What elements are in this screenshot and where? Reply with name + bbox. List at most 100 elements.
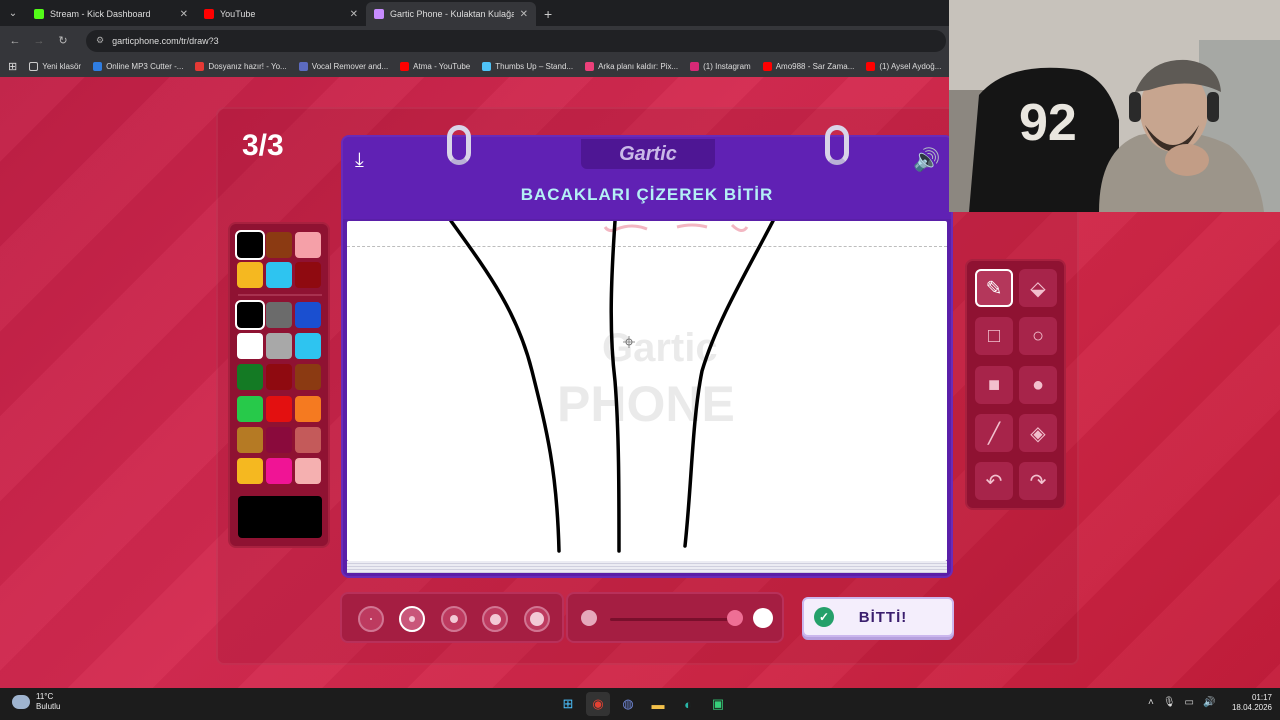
site-info-icon[interactable]: ⚙ (96, 35, 104, 46)
bookmark-item[interactable]: Yeni klasör (29, 61, 81, 71)
color-swatch[interactable] (295, 427, 321, 453)
chrome-icon[interactable]: ◉ (586, 692, 610, 716)
color-swatch[interactable] (237, 458, 263, 484)
color-swatch[interactable] (266, 333, 292, 359)
gartic-logo: Gartic (581, 139, 715, 169)
line-tool[interactable]: ╱ (975, 414, 1013, 452)
fill-bucket-tool[interactable]: ◈ (1019, 414, 1057, 452)
brush-size-5[interactable] (524, 606, 550, 632)
back-icon[interactable]: ← (6, 32, 24, 50)
bookmark-label: (1) Instagram (703, 61, 751, 71)
color-swatch[interactable] (266, 458, 292, 484)
bookmark-item[interactable]: (1) Aysel Aydoğ... (866, 61, 941, 71)
color-swatch[interactable] (237, 333, 263, 359)
color-swatch[interactable] (266, 364, 292, 390)
color-swatch[interactable] (295, 232, 321, 258)
reload-icon[interactable]: ↻ (54, 32, 72, 50)
rectangle-fill-tool[interactable]: ■ (975, 366, 1013, 404)
svg-text:92: 92 (1019, 94, 1077, 152)
svg-text:PHONE: PHONE (557, 376, 735, 432)
tab-search-button[interactable]: ⌄ (0, 0, 26, 26)
volume-icon[interactable]: 🔊 (1203, 697, 1215, 708)
forward-icon[interactable]: → (30, 32, 48, 50)
weather-widget[interactable]: 11°C Bulutlu (12, 692, 60, 712)
system-clock[interactable]: 01:17 18.04.2026 (1226, 693, 1272, 713)
opacity-slider-track[interactable] (610, 618, 738, 621)
close-icon[interactable]: ✕ (520, 9, 528, 20)
undo-tool[interactable]: ↶ (975, 462, 1013, 500)
drawing-canvas[interactable]: Gartic PHONE (347, 221, 947, 561)
download-icon[interactable]: ⤓ (355, 149, 364, 172)
bookmark-label: Online MP3 Cutter -... (106, 61, 184, 71)
color-swatch[interactable] (266, 232, 292, 258)
microphone-icon[interactable]: 🎙 (1163, 697, 1176, 708)
brush-size-3[interactable] (441, 606, 467, 632)
bookmark-item[interactable]: Atma - YouTube (400, 61, 470, 71)
windows-start-icon[interactable]: ⊞ (556, 692, 580, 716)
bookmark-item[interactable]: Online MP3 Cutter -... (93, 61, 184, 71)
color-swatch[interactable] (295, 458, 321, 484)
bookmark-label: Vocal Remover and... (311, 61, 389, 71)
check-icon: ✓ (814, 607, 834, 627)
color-swatch[interactable] (235, 300, 265, 330)
edge-icon[interactable]: ◐ (676, 692, 700, 716)
color-swatch[interactable] (266, 396, 292, 422)
kick-icon (34, 9, 44, 19)
color-swatch[interactable] (295, 333, 321, 359)
apps-icon[interactable]: ⊞ (8, 60, 17, 73)
bookmark-item[interactable]: Thumbs Up – Stand... (482, 61, 573, 71)
ellipse-outline-tool[interactable]: ○ (1019, 317, 1057, 355)
board-header: Gartic ⤓ 🔊 BACAKLARI ÇİZEREK BİTİR (343, 125, 951, 219)
binder-ring-icon (447, 125, 471, 165)
rectangle-outline-tool[interactable]: □ (975, 317, 1013, 355)
close-icon[interactable]: ✕ (350, 9, 358, 20)
sound-icon[interactable]: 🔊 (913, 147, 940, 173)
done-button[interactable]: ✓ BİTTİ! (802, 597, 954, 637)
network-icon[interactable]: ▭ (1185, 697, 1194, 708)
drawing-board: Gartic ⤓ 🔊 BACAKLARI ÇİZEREK BİTİR Garti… (341, 125, 953, 578)
color-swatch[interactable] (295, 262, 321, 288)
bookmark-item[interactable]: Arka planı kaldır: Pix... (585, 61, 678, 71)
color-swatch[interactable] (237, 396, 263, 422)
tab-kick-dashboard[interactable]: Stream - Kick Dashboard ✕ (26, 2, 196, 26)
bookmark-item[interactable]: (1) Instagram (690, 61, 751, 71)
tab-gartic-phone[interactable]: Gartic Phone - Kulaktan Kulağa ✕ (366, 2, 536, 26)
webcam-overlay: 92 (949, 0, 1280, 212)
current-color-preview[interactable] (238, 496, 322, 538)
address-bar[interactable]: ⚙ garticphone.com/tr/draw?3 (86, 29, 946, 52)
file-explorer-icon[interactable]: ▬ (646, 692, 670, 716)
ellipse-fill-tool[interactable]: ● (1019, 366, 1057, 404)
tray-chevron-icon[interactable]: ˄ (1148, 697, 1154, 708)
tab-youtube[interactable]: YouTube ✕ (196, 2, 366, 26)
round-counter: 3/3 (242, 129, 284, 162)
bookmark-item[interactable]: Amo988 - Sar Zama... (762, 61, 854, 71)
close-icon[interactable]: ✕ (180, 9, 188, 20)
bookmark-item[interactable]: Dosyanız hazır! - Yo... (195, 61, 287, 71)
app-icon[interactable]: ▣ (706, 692, 730, 716)
bookmark-item[interactable]: Vocal Remover and... (298, 61, 389, 71)
brush-size-4[interactable] (482, 606, 508, 632)
brush-size-2[interactable] (399, 606, 425, 632)
pencil-tool[interactable]: ✎ (975, 269, 1013, 307)
color-swatch[interactable] (266, 427, 292, 453)
color-swatch[interactable] (295, 396, 321, 422)
color-swatch[interactable] (237, 364, 263, 390)
color-swatch[interactable] (237, 427, 263, 453)
clock-date: 18.04.2026 (1231, 703, 1272, 712)
folder-icon (29, 61, 39, 71)
weather-temp: 11°C (36, 692, 54, 701)
new-tab-button[interactable]: + (536, 2, 560, 26)
color-swatch[interactable] (266, 302, 292, 328)
bookmark-favicon (298, 61, 308, 71)
color-swatch[interactable] (266, 262, 292, 288)
taskbar-apps: ⊞ ◉ ◍ ▬ ◐ ▣ (556, 692, 730, 716)
brush-size-1[interactable] (358, 606, 384, 632)
color-swatch[interactable] (235, 230, 265, 260)
eraser-tool[interactable]: ⬙ (1019, 269, 1057, 307)
redo-tool[interactable]: ↷ (1019, 462, 1057, 500)
opacity-slider-thumb[interactable] (727, 610, 743, 626)
color-swatch[interactable] (295, 364, 321, 390)
color-swatch[interactable] (295, 302, 321, 328)
color-swatch[interactable] (237, 262, 263, 288)
discord-icon[interactable]: ◍ (616, 692, 640, 716)
